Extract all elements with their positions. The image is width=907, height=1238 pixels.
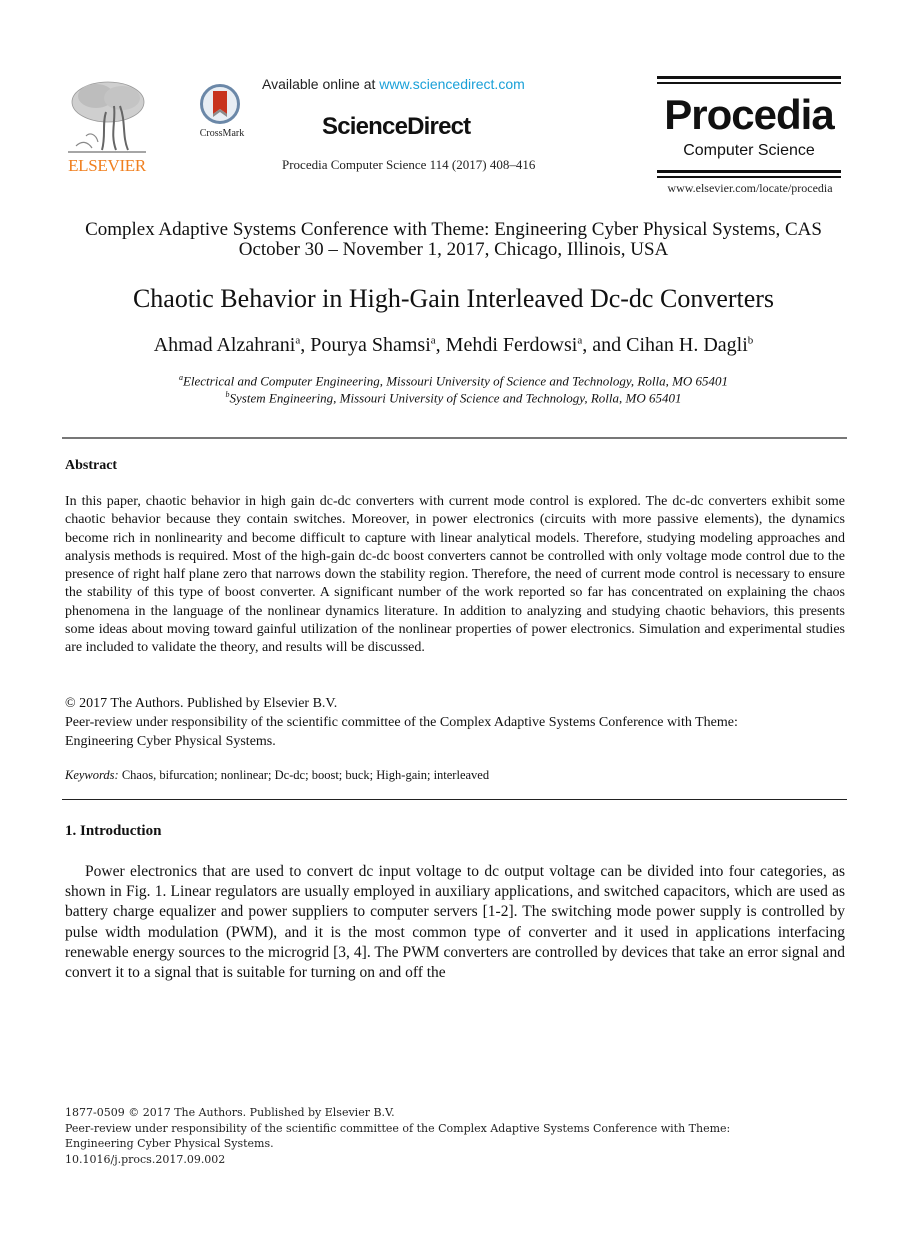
paper-title: Chaotic Behavior in High-Gain Interleave…: [132, 284, 775, 313]
author-affil-mark: b: [747, 334, 754, 347]
footer-doi[interactable]: 10.1016/j.procs.2017.09.002: [65, 1152, 825, 1168]
affil-text: Electrical and Computer Engineering, Mis…: [182, 373, 729, 389]
affiliation-a: aElectrical and Computer Engineering, Mi…: [0, 373, 907, 389]
procedia-rule-top-thin: [657, 82, 841, 84]
author-name: Ahmad Alzahrani: [153, 334, 296, 356]
journal-url[interactable]: www.elsevier.com/locate/procedia: [657, 181, 843, 196]
available-online: Available online at www.sciencedirect.co…: [262, 76, 525, 92]
peer-review-line: Peer-review under responsibility of the …: [65, 715, 738, 749]
crossmark-button[interactable]: CrossMark: [193, 84, 251, 144]
crossmark-icon: [200, 84, 240, 124]
author-list: Ahmad Alzahrania, Pourya Shamsia, Mehdi …: [0, 334, 907, 357]
journal-reference: Procedia Computer Science 114 (2017) 408…: [282, 157, 536, 172]
introduction-heading: 1. Introduction: [65, 823, 162, 839]
conference-line-1: Complex Adaptive Systems Conference with…: [85, 219, 822, 240]
author-name: Mehdi Ferdowsi: [445, 334, 578, 356]
keywords-label: Keywords:: [65, 768, 119, 782]
procedia-subtitle: Computer Science: [683, 142, 815, 159]
header-divider: [62, 437, 847, 439]
abstract-heading: Abstract: [65, 458, 118, 473]
copyright-block: © 2017 The Authors. Published by Elsevie…: [65, 694, 845, 751]
procedia-logo: Procedia Computer Science: [657, 76, 841, 180]
affil-text: System Engineering, Missouri University …: [229, 390, 682, 406]
author-separator: ,: [435, 334, 446, 356]
elsevier-wordmark: ELSEVIER: [68, 156, 146, 175]
sciencedirect-logo: ScienceDirect: [322, 113, 471, 140]
introduction-body: Power electronics that are used to conve…: [65, 863, 845, 982]
copyright-line: © 2017 The Authors. Published by Elsevie…: [65, 696, 338, 711]
procedia-rule-bottom-thick: [657, 170, 841, 173]
available-prefix: Available online at: [262, 76, 380, 92]
author-separator: , and: [582, 334, 627, 356]
elsevier-tree-icon: [68, 81, 146, 153]
abstract-body: In this paper, chaotic behavior in high …: [65, 494, 845, 656]
abstract-divider: [62, 799, 847, 800]
footer-peer-review-line-2: Engineering Cyber Physical Systems.: [65, 1137, 274, 1150]
procedia-title: Procedia: [664, 91, 834, 138]
author-separator: ,: [300, 334, 311, 356]
footer-issn-line: 1877-0509 © 2017 The Authors. Published …: [65, 1106, 395, 1119]
affiliation-b: bSystem Engineering, Missouri University…: [0, 390, 907, 406]
conference-line-2: October 30 – November 1, 2017, Chicago, …: [238, 239, 669, 260]
keywords-list: Chaos, bifurcation; nonlinear; Dc-dc; bo…: [118, 768, 490, 782]
procedia-rule-top-thick: [657, 76, 841, 79]
author-name: Pourya Shamsi: [310, 334, 431, 356]
author-name: Cihan H. Dagli: [626, 334, 748, 356]
page-footer: 1877-0509 © 2017 The Authors. Published …: [65, 1105, 825, 1167]
keywords: Keywords: Chaos, bifurcation; nonlinear;…: [65, 768, 489, 783]
procedia-rule-bottom-thin: [657, 176, 841, 178]
sciencedirect-link[interactable]: www.sciencedirect.com: [379, 76, 525, 92]
crossmark-label: CrossMark: [199, 128, 245, 139]
elsevier-logo: ELSEVIER: [62, 76, 152, 180]
footer-peer-review-line: Peer-review under responsibility of the …: [65, 1121, 731, 1135]
